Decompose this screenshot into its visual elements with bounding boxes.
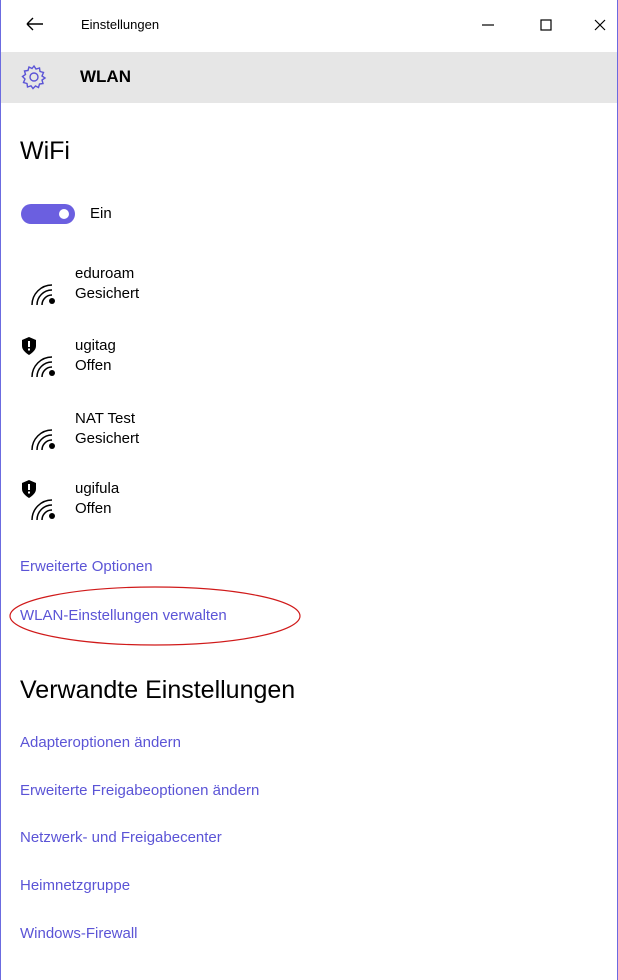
- annotation-ellipse: [9, 586, 301, 646]
- network-item-nat-test[interactable]: NAT Test Gesichert: [20, 410, 320, 466]
- wifi-toggle[interactable]: [21, 204, 75, 224]
- close-button[interactable]: [585, 10, 615, 40]
- title-bar: Einstellungen: [1, 0, 617, 52]
- minimize-button[interactable]: [473, 10, 503, 40]
- link-advanced-sharing-options[interactable]: Erweiterte Freigabeoptionen ändern: [20, 782, 259, 799]
- wifi-signal-icon: [31, 284, 55, 306]
- related-settings-heading: Verwandte Einstellungen: [20, 676, 296, 704]
- gear-icon: [21, 64, 47, 90]
- toggle-knob: [59, 209, 69, 219]
- network-item-ugifula[interactable]: ugifula Offen: [20, 480, 320, 536]
- back-arrow-icon[interactable]: [23, 12, 47, 36]
- link-adapter-options[interactable]: Adapteroptionen ändern: [20, 734, 181, 751]
- page-header: WLAN: [1, 52, 617, 103]
- wifi-toggle-label: Ein: [90, 205, 112, 222]
- network-status: Gesichert: [75, 430, 140, 447]
- link-network-sharing-center[interactable]: Netzwerk- und Freigabecenter: [20, 829, 222, 846]
- advanced-options-link[interactable]: Erweiterte Optionen: [20, 558, 153, 575]
- window-title: Einstellungen: [81, 17, 160, 32]
- network-status: Gesichert: [75, 285, 140, 302]
- window-border-left: [0, 0, 1, 980]
- network-status: Offen: [75, 500, 112, 517]
- network-status: Offen: [75, 357, 112, 374]
- maximize-button[interactable]: [531, 10, 561, 40]
- page-title: WLAN: [80, 67, 131, 86]
- network-item-eduroam[interactable]: eduroam Gesichert: [20, 265, 320, 321]
- link-windows-firewall[interactable]: Windows-Firewall: [20, 925, 138, 942]
- link-homegroup[interactable]: Heimnetzgruppe: [20, 877, 130, 894]
- wifi-signal-icon: [31, 356, 55, 378]
- wifi-signal-icon: [31, 499, 55, 521]
- wifi-signal-icon: [31, 429, 55, 451]
- wifi-heading: WiFi: [20, 137, 70, 165]
- network-name: NAT Test: [75, 410, 136, 427]
- network-name: ugitag: [75, 337, 116, 354]
- network-item-ugitag[interactable]: ugitag Offen: [20, 337, 320, 393]
- network-name: eduroam: [75, 265, 135, 282]
- network-name: ugifula: [75, 480, 120, 497]
